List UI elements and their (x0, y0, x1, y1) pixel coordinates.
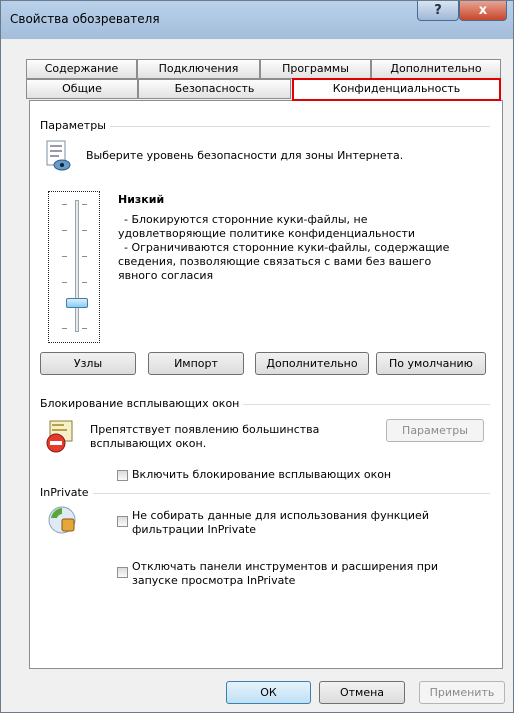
privacy-panel: Параметры Выберите уровень безопасности … (29, 100, 503, 669)
ok-button[interactable]: ОК (226, 681, 311, 704)
document-shield-icon (44, 139, 72, 171)
disable-toolbars-label[interactable]: Отключать панели инструментов и расширен… (132, 560, 438, 574)
dialog-window: Свойства обозревателя ? x Содержание Под… (0, 0, 514, 713)
tab-programs[interactable]: Программы (260, 59, 371, 79)
popup-settings-button[interactable]: Параметры (386, 419, 484, 442)
tab-advanced[interactable]: Дополнительно (371, 59, 501, 79)
level-desc-line: - Ограничиваются сторонние куки-файлы, с… (124, 241, 450, 254)
inprivate-group-label: InPrivate (40, 486, 93, 499)
title-bar: Свойства обозревателя ? x (1, 1, 513, 39)
level-desc-line: сведения, позволяющие связаться с вами б… (118, 255, 432, 268)
popup-desc-line: всплывающих окон. (90, 437, 207, 450)
slider-tick (62, 256, 67, 257)
slider-tick (82, 328, 87, 329)
slider-tick (62, 328, 67, 329)
disable-toolbars-checkbox[interactable] (117, 567, 128, 578)
tab-content[interactable]: Содержание (26, 59, 137, 79)
enable-popup-blocker-checkbox[interactable] (117, 470, 128, 481)
default-button[interactable]: По умолчанию (376, 352, 486, 375)
slider-tick (82, 256, 87, 257)
tab-connections[interactable]: Подключения (137, 59, 260, 79)
sites-button[interactable]: Узлы (40, 352, 136, 375)
slider-thumb[interactable] (66, 298, 88, 308)
slider-track (75, 200, 79, 332)
enable-popup-blocker-label[interactable]: Включить блокирование всплывающих окон (132, 468, 391, 482)
slider-tick (82, 282, 87, 283)
disable-toolbars-label-2[interactable]: запуске просмотра InPrivate (132, 574, 295, 588)
level-title: Низкий (118, 193, 165, 206)
slider-tick (62, 230, 67, 231)
popup-desc-line: Препятствует появлению большинства (90, 423, 320, 436)
inprivate-filtering-checkbox[interactable] (117, 516, 128, 527)
params-group-label: Параметры (40, 119, 110, 132)
inprivate-filtering-label-2[interactable]: фильтрации InPrivate (132, 523, 256, 537)
tab-privacy[interactable]: Конфиденциальность (292, 78, 501, 101)
advanced-button[interactable]: Дополнительно (255, 352, 369, 375)
cancel-button[interactable]: Отмена (319, 681, 405, 704)
help-button[interactable]: ? (417, 1, 459, 21)
slider-tick (82, 230, 87, 231)
import-button[interactable]: Импорт (148, 352, 244, 375)
tab-security[interactable]: Безопасность (138, 79, 291, 99)
slider-tick (62, 282, 67, 283)
level-desc-line: - Блокируются сторонние куки-файлы, не (124, 213, 368, 226)
window-title: Свойства обозревателя (10, 12, 160, 26)
apply-button[interactable]: Применить (419, 681, 505, 704)
level-desc-line: явного согласия (118, 269, 214, 282)
zone-instruction: Выберите уровень безопасности для зоны И… (86, 149, 404, 162)
popup-group-label: Блокирование всплывающих окон (40, 397, 244, 410)
slider-tick (82, 204, 87, 205)
tab-general[interactable]: Общие (26, 79, 138, 99)
level-desc-line: удовлетворяющие политике конфиденциально… (118, 227, 416, 240)
slider-tick (62, 204, 67, 205)
privacy-slider[interactable] (48, 191, 100, 343)
inprivate-filtering-label[interactable]: Не собирать данные для использования фун… (132, 509, 429, 523)
inprivate-group-line (40, 493, 490, 494)
popup-blocker-icon (44, 419, 76, 453)
inprivate-icon (46, 504, 78, 536)
close-button[interactable]: x (459, 1, 507, 21)
